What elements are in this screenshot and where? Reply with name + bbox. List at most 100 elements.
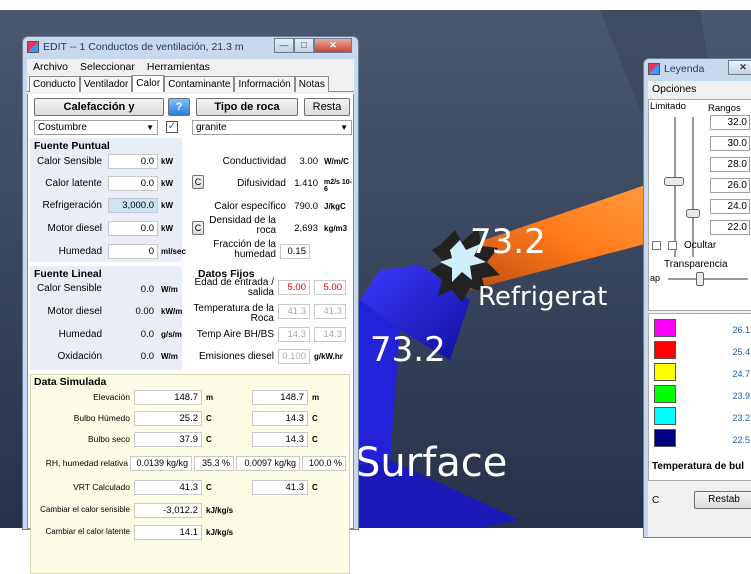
temp-aire-bh-field[interactable]: 14.3 [278,327,310,342]
calor-sensible-field[interactable]: 0.0 [108,154,158,169]
legend-close-button[interactable]: ✕ [728,60,751,75]
legend-footer-title: Temperatura de bul [652,461,745,472]
conductividad-label: Conductividad [222,156,286,167]
checkbox-1[interactable] [652,241,661,250]
range-field-2[interactable]: 30.0 [710,136,750,151]
calor-especifico-label: Calor específico [214,201,286,212]
legend-window-controls: ✕ [728,60,751,75]
densidad-calc-button[interactable]: C [192,221,204,235]
unit-label: C [206,414,212,423]
costumbre-select[interactable]: Costumbre ▼ [34,120,158,135]
tab-informacion[interactable]: Información [234,76,295,92]
rock-type-select[interactable]: granite ▼ [192,120,352,135]
help-button[interactable]: ? [168,98,190,116]
tab-contaminante[interactable]: Contaminante [164,76,235,92]
unit-label: C [312,483,318,492]
fraccion-humedad-field[interactable]: 0.15 [280,244,310,259]
tab-conducto[interactable]: Conducto [29,76,80,92]
swatch-green [654,385,676,403]
edit-window[interactable]: EDIT -- 1 Conductos de ventilación, 21.3… [22,36,359,574]
range-slider-track[interactable] [692,117,694,257]
range-field-3[interactable]: 28.0 [710,157,750,172]
menu-herramientas[interactable]: Herramientas [147,61,210,73]
transparency-thumb[interactable] [696,272,704,286]
unit-label: m [206,393,214,402]
tab-ventilador[interactable]: Ventilador [79,76,133,92]
unit-label: W/m [161,285,178,294]
temp-roca-field-1[interactable]: 41.3 [278,304,310,319]
calor-especifico-field[interactable]: 790.0 [286,199,322,214]
elevacion-label: Elevación [93,392,130,402]
humedad-label: Humedad [58,246,102,257]
tab-strip: Conducto Ventilador Calor Contaminante I… [27,75,354,92]
elevacion-a: 148.7 [134,390,202,405]
opciones-label: Opciones [652,83,697,95]
temp-roca-field-2[interactable]: 41.3 [314,304,346,319]
range-slider-thumb[interactable] [686,209,700,218]
rh-b: 0.0097 kg/kg [236,456,300,471]
costumbre-checkbox[interactable]: ✓ [166,121,178,133]
lineal-motor-diesel-label: Motor diesel [47,306,102,317]
tab-calor[interactable]: Calor [132,75,165,92]
maximize-button[interactable]: □ [294,38,314,53]
restab-button[interactable]: Restab [694,491,751,509]
chevron-down-icon: ▼ [146,123,154,132]
menu-archivo[interactable]: Archivo [33,61,68,73]
unit-label: kJ/kg/s [206,506,234,515]
transparency-track[interactable] [668,278,748,280]
lineal-humedad-field[interactable]: 0.0 [108,327,158,342]
minimize-button[interactable]: — [274,38,294,53]
temp-aire-bs-field[interactable]: 14.3 [314,327,346,342]
refrigeracion-field[interactable]: 3,000.0 [108,198,158,213]
lineal-calor-sensible-label: Calor Sensible [36,283,102,294]
oxidacion-field[interactable]: 0.0 [108,349,158,364]
legend-title: Leyenda [664,63,705,75]
range-field-1[interactable]: 32.0 [710,115,750,130]
swatch-cyan [654,407,676,425]
unit-label: kJ/kg/s [206,528,234,537]
range-field-6[interactable]: 22.0 [710,220,750,235]
swatch-red [654,341,676,359]
edad-label: Edad de entrada / salida [194,277,274,298]
swatch-value: 23.9 [732,391,750,401]
unit-label: g/s/m [161,330,182,339]
difusividad-label: Difusividad [237,178,286,189]
range-field-5[interactable]: 24.0 [710,199,750,214]
motor-diesel-field[interactable]: 0.0 [108,221,158,236]
cambiar-sensible-a: -3,012.2 [134,503,202,518]
temp-aire-label: Temp Aire BH/BS [196,329,274,340]
edad-salida-field[interactable]: 5.00 [314,280,346,295]
motor-diesel-label: Motor diesel [47,223,102,234]
humedad-field[interactable]: 0 [108,244,158,259]
conductividad-field[interactable]: 3.00 [286,154,322,169]
densidad-field[interactable]: 2,693 [280,221,322,236]
limit-slider-track[interactable] [674,117,676,257]
range-field-4[interactable]: 26.0 [710,178,750,193]
legend-window[interactable]: Leyenda ✕ Opciones Limitado Rangos 32.0 … [643,58,751,538]
swatch-navy [654,429,676,447]
difusividad-field[interactable]: 1.410 [286,176,322,191]
calor-sensible-label: Calor Sensible [36,156,102,167]
lineal-motor-diesel-field[interactable]: 0.00 [108,304,158,319]
rh-label: RH, humedad relativa [45,458,128,468]
close-button[interactable]: ✕ [314,38,352,53]
lineal-calor-sensible-field[interactable]: 0.0 [108,282,158,297]
unit-label: kW [161,224,173,233]
bulbo-humedo-a: 25.2 [134,411,202,426]
ocultar-checkbox[interactable] [668,241,677,250]
tab-notas[interactable]: Notas [294,76,329,92]
resta-button[interactable]: Resta [304,98,350,116]
refrigeracion-label: Refrigeración [42,200,102,211]
limit-slider-thumb[interactable] [664,177,684,186]
tipo-roca-button[interactable]: Tipo de roca [196,98,298,116]
unit-label: kg/m3 [324,224,348,233]
emisiones-field[interactable]: 0.100 [278,349,310,364]
difusividad-calc-button[interactable]: C [192,175,204,189]
calor-latente-field[interactable]: 0.0 [108,176,158,191]
edad-entrada-field[interactable]: 5.00 [278,280,310,295]
menu-seleccionar[interactable]: Seleccionar [80,61,135,73]
unit-label: kW [161,179,173,188]
window-controls: — □ ✕ [274,38,352,53]
scene-value-label: 73.2 [470,222,546,262]
calefaccion-button[interactable]: Calefacción y [34,98,164,116]
